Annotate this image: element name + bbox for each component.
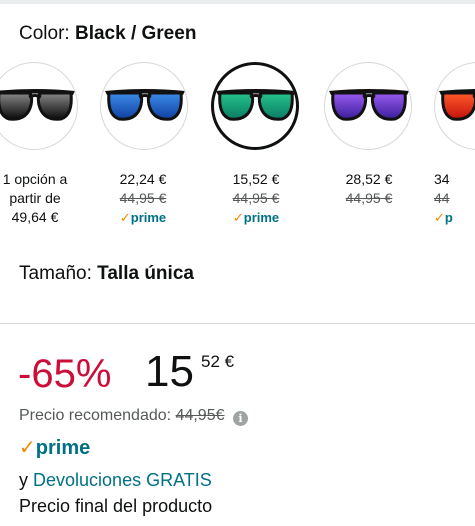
swatch-price: 1 opción a partir de 49,64 € <box>2 171 68 225</box>
prime-badge: ✓prime <box>232 210 280 225</box>
size-value: Talla única <box>97 263 194 284</box>
info-icon[interactable]: i <box>232 411 248 426</box>
swatch-price: 28,52 € 44,95 € <box>345 171 393 206</box>
discount-percentage: -65% <box>18 352 112 396</box>
prime-logo: ✓prime <box>19 436 90 460</box>
color-swatch-strip: 1 opción a partir de 49,64 € 22,24 € 44,… <box>0 62 475 232</box>
sunglasses-icon <box>329 89 409 121</box>
recommended-price: Precio recomendado: 44,95€ i <box>19 405 248 427</box>
color-value: Black / Green <box>74 23 197 44</box>
sunglasses-icon <box>0 89 75 121</box>
top-divider <box>0 0 475 4</box>
returns-prefix: y <box>19 470 28 490</box>
section-divider <box>0 323 475 324</box>
price-fraction: 52 € <box>201 352 235 371</box>
sunglasses-icon <box>105 89 185 121</box>
swatch-image[interactable] <box>100 62 188 150</box>
prime-label: prime <box>35 437 91 459</box>
color-label: Color: <box>19 23 70 44</box>
swatch-price: 34 44 ✓p <box>412 170 472 227</box>
size-selector-label: Tamaño: Talla única <box>19 262 194 286</box>
recommended-price-label: Precio recomendado: <box>19 407 172 424</box>
final-price-note: Precio final del producto <box>19 496 213 516</box>
swatch-price: 22,24 € 44,95 € ✓prime <box>98 170 188 227</box>
recommended-price-value: 44,95€ <box>175 407 225 424</box>
prime-badge: ✓prime <box>119 210 167 225</box>
prime-check-icon: ✓ <box>19 437 36 459</box>
prime-badge: ✓p <box>434 210 453 225</box>
swatch-image[interactable] <box>324 62 412 150</box>
price-whole: 15 <box>145 347 194 396</box>
size-label: Tamaño: <box>19 263 92 284</box>
sunglasses-icon <box>216 89 296 121</box>
swatch-image[interactable] <box>0 62 78 150</box>
swatch-price: 15,52 € 44,95 € ✓prime <box>211 170 301 227</box>
free-returns-link[interactable]: Devoluciones GRATIS <box>33 470 212 490</box>
sunglasses-icon <box>439 89 475 121</box>
swatch-image-selected[interactable] <box>211 62 299 150</box>
free-returns: y Devoluciones GRATIS <box>19 468 212 492</box>
color-selector-label: Color: Black / Green <box>19 22 196 46</box>
swatch-image[interactable] <box>434 62 475 150</box>
